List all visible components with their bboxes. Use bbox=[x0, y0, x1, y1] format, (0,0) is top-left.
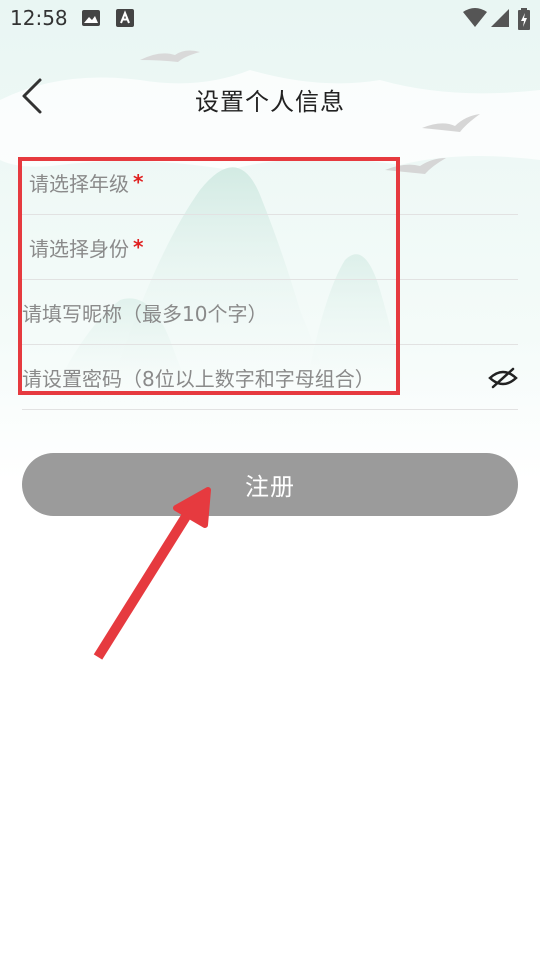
required-mark: * bbox=[133, 170, 144, 194]
identity-select[interactable]: 请选择身份 * bbox=[22, 215, 518, 280]
grade-select[interactable]: 请选择年级 * bbox=[22, 150, 518, 215]
header: 设置个人信息 bbox=[0, 60, 540, 132]
signal-icon bbox=[491, 9, 509, 27]
identity-placeholder: 请选择身份 bbox=[29, 236, 129, 261]
wifi-icon bbox=[463, 8, 487, 27]
password-input[interactable]: 请设置密码（8位以上数字和字母组合） bbox=[22, 345, 518, 410]
eye-off-icon[interactable] bbox=[488, 363, 518, 393]
battery-icon bbox=[518, 8, 530, 30]
image-notification-icon bbox=[82, 10, 100, 26]
status-time: 12:58 bbox=[10, 6, 68, 30]
grade-placeholder: 请选择年级 bbox=[29, 171, 129, 196]
nickname-placeholder: 请填写昵称（最多10个字） bbox=[22, 301, 268, 326]
profile-form: 请选择年级 * 请选择身份 * 请填写昵称（最多10个字） 请设置密码（8位以上… bbox=[22, 150, 518, 410]
required-mark: * bbox=[133, 235, 144, 259]
register-button[interactable]: 注册 bbox=[22, 453, 518, 516]
nickname-input[interactable]: 请填写昵称（最多10个字） bbox=[22, 280, 518, 345]
font-notification-icon bbox=[116, 9, 134, 27]
page-title: 设置个人信息 bbox=[195, 88, 345, 116]
status-bar: 12:58 bbox=[0, 0, 540, 36]
password-placeholder: 请设置密码（8位以上数字和字母组合） bbox=[22, 366, 375, 391]
